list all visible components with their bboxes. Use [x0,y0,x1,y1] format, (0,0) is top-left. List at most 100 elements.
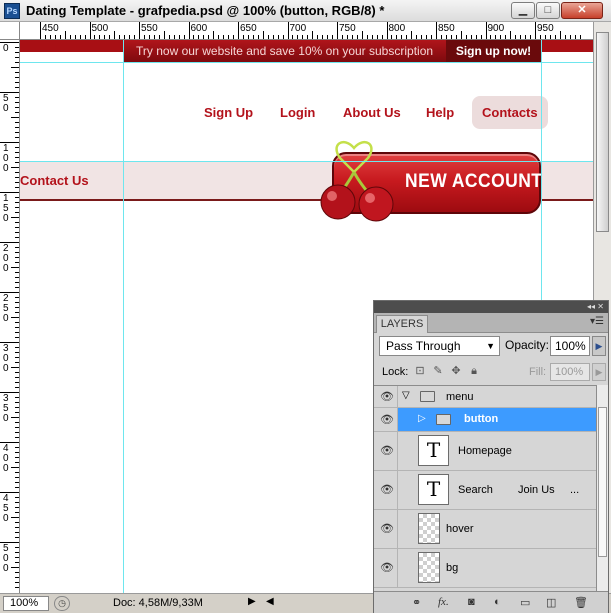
adjustment-icon[interactable]: ◐ [494,596,501,608]
guide-vertical[interactable] [123,40,124,593]
ruler-minor-tick [262,31,264,39]
ruler-minor-tick [11,317,19,318]
trash-icon[interactable]: 🗑︎ [574,596,588,609]
ruler-minor-tick [564,35,566,39]
nav-login[interactable]: Login [280,96,315,129]
ruler-minor-tick [15,207,19,208]
guide-horizontal[interactable] [20,161,593,162]
layer-row-menu[interactable]: 👁︎ ▽ menu [374,386,596,408]
layer-row-homepage[interactable]: 👁︎ T Homepage [374,432,596,471]
raster-layer-thumbnail-icon [418,513,440,544]
visibility-eye-icon[interactable]: 👁︎ [374,432,398,470]
ruler-minor-tick [500,35,502,39]
layer-name-extra: Join Us [518,484,555,496]
ruler-minor-tick [15,347,19,348]
ruler-minor-tick [539,35,541,39]
maximize-button[interactable]: □ [536,2,560,19]
ruler-minor-tick [99,35,101,39]
vertical-ruler[interactable]: 0 5 0 1 0 0 1 5 0 2 0 0 2 5 0 3 0 0 3 5 0 4 0 0 4… [0,40,20,593]
nav-help[interactable]: Help [426,96,454,129]
layer-row-search[interactable]: 👁︎ T Search Join Us ... [374,471,596,510]
visibility-eye-icon[interactable]: 👁︎ [374,549,398,587]
fill-slider-arrow-icon[interactable]: ▶ [592,363,606,381]
layer-row-button[interactable]: 👁︎ ▷ button [374,408,596,432]
ruler-origin[interactable] [0,22,20,40]
nav-about-us[interactable]: About Us [343,96,401,129]
layers-scrollbar-thumb[interactable] [598,407,607,557]
ruler-minor-tick [79,35,81,39]
collapse-triangle-icon[interactable]: ▷ [418,413,426,424]
lock-position-icon[interactable]: ✥ [450,365,462,377]
lock-all-icon[interactable]: 🔒︎ [468,365,480,377]
layer-row-bg[interactable]: 👁︎ bg [374,549,596,588]
ruler-minor-tick [59,35,61,39]
mask-icon[interactable]: ◙ [468,596,475,608]
tab-layers[interactable]: LAYERS [376,315,428,333]
ruler-minor-tick [15,427,19,428]
panel-menu-icon[interactable]: ▾☰ [590,316,604,327]
guide-horizontal[interactable] [20,62,593,63]
link-layers-icon[interactable]: ⚭ [412,596,421,609]
ruler-minor-tick [15,137,19,138]
ruler-minor-tick [15,212,19,213]
opacity-slider-arrow-icon[interactable]: ▶ [592,336,606,356]
lock-pixels-icon[interactable]: ✎ [432,365,444,377]
ruler-minor-tick [351,35,353,39]
layer-name: bg [446,562,459,574]
ruler-minor-tick [530,35,532,39]
visibility-eye-icon[interactable]: 👁︎ [374,386,398,407]
window-title: Dating Template - grafpedia.psd @ 100% (… [26,3,385,18]
ruler-minor-tick [455,35,457,39]
minimize-button[interactable]: ▁ [511,2,535,19]
ruler-minor-tick [158,35,160,39]
new-layer-icon[interactable]: ◫ [546,596,556,609]
opacity-field[interactable]: 100% [550,336,590,356]
ruler-minor-tick [15,152,19,153]
nav-contacts[interactable]: Contacts [472,96,548,129]
signup-now-button[interactable]: Sign up now! [446,40,541,62]
status-info-icon[interactable]: ◷ [54,596,70,611]
scrollbar-thumb[interactable] [596,32,609,232]
ruler-minor-tick [109,35,111,39]
ruler-label: 1 5 0 [3,193,9,224]
horizontal-ruler[interactable]: 450 500 550 600 650 700 750 800 850 900 950 [20,22,593,40]
expand-triangle-icon[interactable]: ▽ [402,390,410,401]
new-group-icon[interactable]: ▭ [520,596,530,609]
ruler-minor-tick [11,367,19,368]
ruler-label: 600 [190,23,208,34]
ruler-minor-tick [129,35,131,39]
layers-scrollbar[interactable] [596,385,608,591]
ruler-major-tick [139,22,140,39]
contact-us-label[interactable]: Contact Us [20,173,89,188]
fill-field[interactable]: 100% [550,363,590,381]
ruler-minor-tick [252,35,254,39]
status-menu-arrow-icon[interactable]: ▶ [248,596,256,607]
ruler-minor-tick [401,35,403,39]
ruler-minor-tick [302,35,304,39]
layer-row-hover[interactable]: 👁︎ hover [374,510,596,549]
ruler-minor-tick [421,35,423,39]
ruler-minor-tick [15,307,19,308]
blend-mode-select[interactable]: Pass Through ▼ [379,336,500,356]
layer-name: Search [458,484,493,496]
lock-transparency-icon[interactable]: ⊡ [414,365,426,377]
ruler-minor-tick [15,407,19,408]
scroll-left-icon[interactable]: ◀ [266,596,274,607]
visibility-eye-icon[interactable]: 👁︎ [374,510,398,548]
nav-signup[interactable]: Sign Up [204,96,253,129]
fx-icon[interactable]: fx. [438,596,449,608]
ruler-minor-tick [11,217,19,218]
visibility-eye-icon[interactable]: 👁︎ [374,471,398,509]
ruler-minor-tick [411,31,413,39]
ruler-label: 5 0 0 [3,543,9,574]
visibility-eye-icon[interactable]: 👁︎ [374,408,398,431]
zoom-field[interactable]: 100% [3,596,49,611]
ruler-label: 450 [42,23,59,34]
ruler-minor-tick [15,362,19,363]
ruler-label: 700 [289,23,307,34]
close-button[interactable]: ✕ [561,2,603,19]
ruler-minor-tick [465,35,467,39]
panel-collapse-bar[interactable]: ◂◂ ✕ [374,301,608,313]
ruler-minor-tick [15,257,19,258]
ruler-minor-tick [148,35,150,39]
